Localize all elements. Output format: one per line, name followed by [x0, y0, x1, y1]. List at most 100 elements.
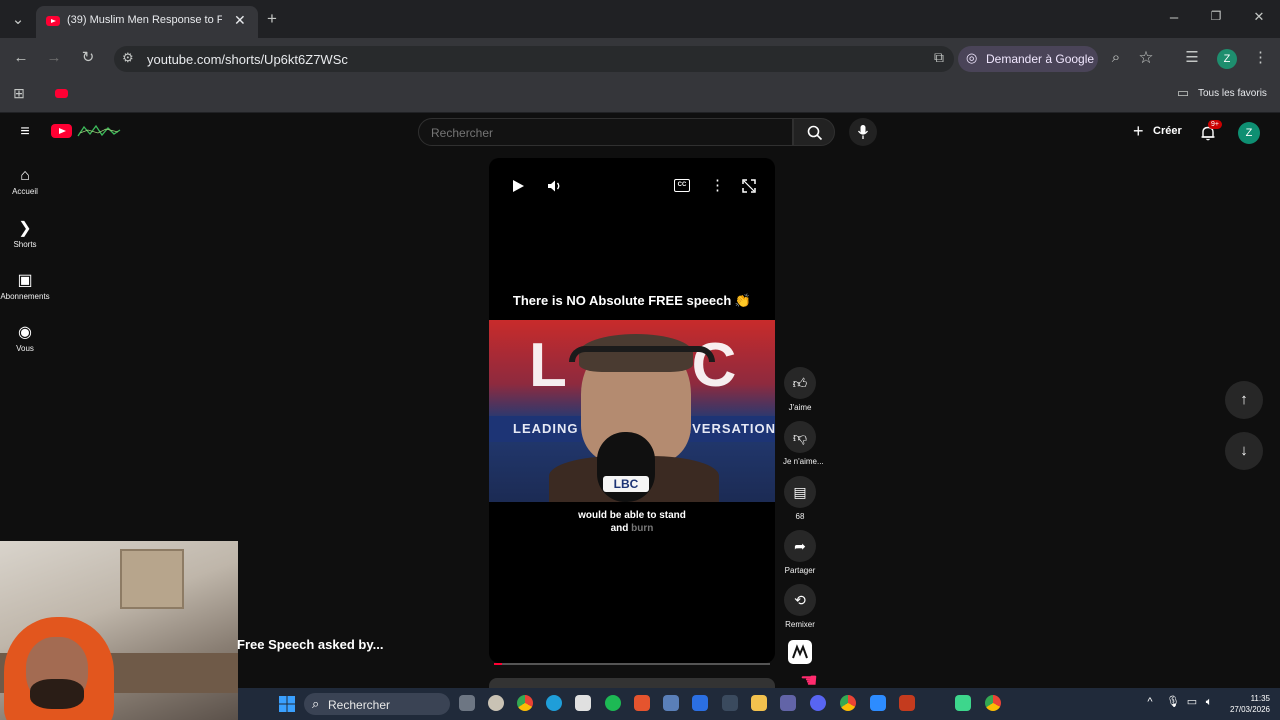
play-icon[interactable] — [511, 179, 525, 193]
share-arrow-icon: ➦ — [784, 530, 816, 562]
active-tab[interactable]: (39) Muslim Men Response to Free Speech … — [36, 6, 258, 38]
video-progress-bar[interactable] — [494, 663, 770, 665]
more-options-icon[interactable]: ⋮ — [710, 178, 725, 193]
headphones — [569, 346, 715, 362]
forward-icon[interactable]: → — [45, 50, 63, 65]
app-icon-blue[interactable] — [663, 695, 679, 711]
comment-icon: ▤ — [784, 476, 816, 508]
tray-volume-icon[interactable]: 🔈︎ — [1203, 697, 1215, 708]
app-icon-monitor[interactable] — [722, 695, 738, 711]
tray-network-icon[interactable]: ▭ — [1186, 697, 1198, 708]
next-short-preview[interactable] — [489, 678, 775, 688]
youtube-bookmark-icon[interactable] — [55, 89, 68, 98]
new-tab-icon[interactable]: + — [264, 10, 280, 27]
search-button[interactable] — [793, 118, 835, 146]
volume-icon[interactable] — [547, 179, 563, 193]
nav-shorts[interactable]: ❯ Shorts — [0, 218, 50, 249]
site-info-icon[interactable]: ⚙ — [122, 51, 134, 64]
hamburger-menu-icon[interactable]: ≡ — [17, 124, 33, 140]
nav-you[interactable]: ◉ Vous — [0, 322, 50, 353]
like-label: J'aime — [788, 403, 812, 412]
maximize-icon[interactable]: ❐ — [1208, 10, 1224, 22]
mic-label: LBC — [603, 476, 649, 492]
chrome-profile-icon[interactable] — [840, 695, 856, 711]
share-button[interactable]: ➦ Partager — [783, 530, 817, 575]
app-icon-screen[interactable] — [692, 695, 708, 711]
app-icon-red[interactable] — [899, 695, 915, 711]
create-button[interactable]: + Créer — [1128, 118, 1184, 146]
comments-count: 68 — [795, 512, 805, 521]
apps-grid-icon[interactable]: ⊞ — [11, 86, 27, 100]
tray-time: 11:35 — [1250, 694, 1270, 703]
bookmark-star-icon[interactable]: ☆ — [1137, 49, 1155, 66]
previous-short-button[interactable]: ↑ — [1225, 381, 1263, 419]
share-label: Partager — [784, 566, 816, 575]
store-icon[interactable] — [575, 695, 591, 711]
youtube-logo-icon[interactable] — [51, 124, 72, 138]
comments-button[interactable]: ▤ 68 — [783, 476, 817, 521]
file-explorer-icon[interactable] — [751, 695, 767, 711]
all-bookmarks-label[interactable]: Tous les favoris — [1198, 88, 1267, 99]
dislike-label: Je n'aime... — [783, 457, 824, 466]
windows-start-icon[interactable] — [279, 696, 295, 712]
discord-icon[interactable] — [810, 695, 826, 711]
app-icon-green[interactable] — [955, 695, 971, 711]
remix-button[interactable]: ⟲ Remixer — [783, 584, 817, 629]
media-control-icon[interactable]: ☰ — [1183, 50, 1201, 65]
youtube-search-input[interactable] — [429, 125, 773, 141]
widgets-icon[interactable] — [488, 695, 504, 711]
create-label: Créer — [1153, 125, 1182, 137]
like-button[interactable]: 👍︎ J'aime — [783, 367, 817, 412]
notifications-button[interactable]: 9+ — [1198, 120, 1222, 142]
channel-title[interactable]: Free Speech asked by... — [237, 637, 383, 652]
app-icon-code[interactable] — [870, 695, 886, 711]
teams-icon[interactable] — [780, 695, 796, 711]
tray-chevron-icon[interactable]: ^ — [1144, 697, 1156, 708]
close-window-icon[interactable]: ✕ — [1251, 10, 1267, 23]
minimize-icon[interactable]: – — [1166, 10, 1182, 25]
notification-badge: 9+ — [1208, 120, 1222, 129]
spotify-icon[interactable] — [605, 695, 621, 711]
ask-google-button[interactable]: ◎ Demander à Google — [958, 46, 1098, 72]
back-icon[interactable]: ← — [12, 50, 30, 65]
reload-icon[interactable]: ↻ — [79, 50, 97, 65]
app-icon-orange[interactable] — [634, 695, 650, 711]
channel-avatar[interactable] — [788, 640, 812, 664]
install-app-icon[interactable]: ⧉ — [930, 50, 948, 64]
arrow-down-icon: ↓ — [1240, 442, 1248, 459]
plus-icon: + — [1133, 121, 1144, 141]
subtitle-line-2a: and — [610, 523, 629, 534]
edge-icon[interactable] — [546, 695, 562, 711]
url-bar[interactable]: ⚙ youtube.com/shorts/Up6kt6Z7WSc — [114, 46, 954, 72]
voice-search-button[interactable] — [849, 118, 877, 146]
nav-subscriptions-label: Abonnements — [0, 292, 50, 301]
task-view-icon[interactable] — [459, 695, 475, 711]
nav-home[interactable]: ⌂ Accueil — [0, 167, 50, 196]
browser-profile-avatar[interactable]: Z — [1217, 49, 1237, 69]
dislike-button[interactable]: 👎︎ Je n'aime... — [783, 421, 824, 466]
subscriptions-icon: ▣ — [17, 272, 33, 289]
tray-clock[interactable]: 11:35 27/03/2026 — [1226, 693, 1270, 715]
tab-search-icon[interactable]: ⌄ — [10, 12, 26, 27]
chrome-alt-icon[interactable] — [985, 695, 1001, 711]
tray-mic-icon[interactable]: 🎙︎ — [1166, 697, 1180, 708]
arrow-up-icon: ↑ — [1240, 391, 1248, 408]
next-short-button[interactable]: ↓ — [1225, 432, 1263, 470]
closed-captions-icon[interactable]: CC — [674, 179, 690, 192]
youtube-search-box[interactable] — [418, 118, 793, 146]
wall-frame — [120, 549, 184, 609]
folder-icon: ▭ — [1176, 85, 1190, 100]
taskbar-search[interactable]: ⌕ Rechercher — [304, 693, 450, 715]
bookmark-bar — [0, 78, 1280, 113]
chrome-icon[interactable] — [517, 695, 533, 711]
browser-menu-icon[interactable]: ⋮ — [1253, 50, 1268, 65]
zoom-icon[interactable]: ⌕ — [1107, 50, 1125, 65]
subtitle-line-2b: burn — [631, 523, 654, 534]
youtube-doodle-logo[interactable] — [76, 124, 122, 138]
shorts-icon: ❯ — [18, 220, 32, 237]
fullscreen-icon[interactable] — [742, 179, 756, 193]
close-tab-icon[interactable]: ✕ — [234, 13, 246, 27]
search-icon — [807, 125, 823, 141]
youtube-profile-avatar[interactable]: Z — [1238, 122, 1260, 144]
nav-subscriptions[interactable]: ▣ Abonnements — [0, 270, 50, 301]
